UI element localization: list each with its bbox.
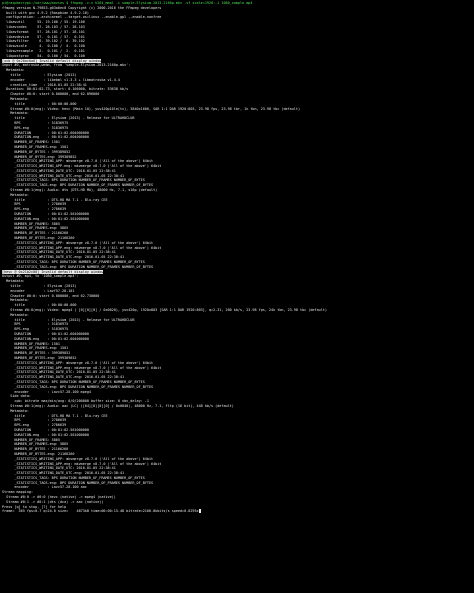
warning-text: [xcb @ 0x20ac0a0] Invalid default displa… bbox=[2, 58, 102, 63]
progress-text: frame= 365 fps=0.7 q=24.0 size= 4873kB t… bbox=[2, 509, 199, 514]
progress-status-line: frame= 365 fps=0.7 q=24.0 size= 4873kB t… bbox=[2, 509, 474, 514]
terminal-window[interactable]: pi@raspberrypi:/var/www/movies $ ffmpeg … bbox=[0, 0, 474, 593]
warning-text: [hevc @ 0x21b2c00] Invalid default displ… bbox=[2, 269, 104, 274]
text-cursor bbox=[198, 509, 201, 514]
